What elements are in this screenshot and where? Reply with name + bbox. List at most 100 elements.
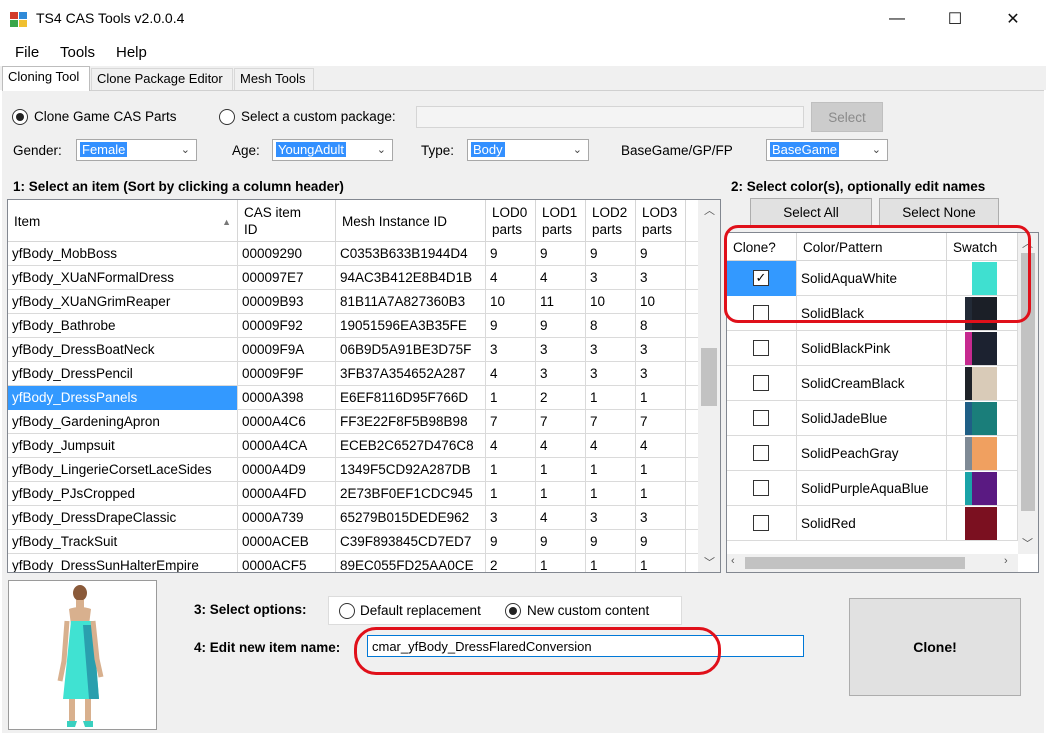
table-cell: 89EC055FD25AA0CE [336, 554, 486, 572]
age-select[interactable]: YoungAdult ⌄ [272, 139, 393, 161]
new-custom-radio[interactable] [505, 603, 521, 619]
col-pattern-header[interactable]: Color/Pattern [797, 233, 947, 260]
color-pattern-name[interactable]: SolidBlack [797, 296, 947, 331]
table-cell: 94AC3B412E8B4D1B [336, 266, 486, 290]
table-row[interactable]: yfBody_GardeningApron 0000A4C6 FF3E22F8F5B… [8, 410, 698, 434]
scroll-right-icon[interactable]: › [1004, 555, 1008, 567]
select-none-button[interactable]: Select None [879, 198, 999, 227]
color-row[interactable]: SolidBlack [727, 296, 1018, 331]
table-row[interactable]: yfBody_DressPanels 0000A398 E6EF8116D95F76… [8, 386, 698, 410]
table-cell: 1 [536, 554, 586, 572]
menu-tools[interactable]: Tools [60, 44, 95, 61]
table-row[interactable]: yfBody_Jumpsuit 0000A4CA ECEB2C6527D476C8 4… [8, 434, 698, 458]
color-pattern-name[interactable]: SolidPeachGray [797, 436, 947, 471]
table-row[interactable]: yfBody_LingerieCorsetLaceSides 0000A4D9 13… [8, 458, 698, 482]
colors-vscroll[interactable]: ︿ ﹀ [1018, 233, 1038, 554]
clone-checkbox[interactable] [753, 480, 769, 496]
colors-scroll-thumb[interactable] [1021, 253, 1035, 511]
clone-button[interactable]: Clone! [849, 598, 1021, 696]
color-swatch [965, 507, 997, 540]
color-pattern-name[interactable]: SolidAquaWhite [797, 261, 947, 296]
select-package-button[interactable]: Select [811, 102, 883, 132]
clone-checkbox[interactable] [753, 445, 769, 461]
col-item-header[interactable]: Item ▲ [8, 200, 238, 241]
close-button[interactable]: ✕ [990, 0, 1036, 38]
new-custom-label: New custom content [527, 603, 650, 618]
table-cell: 3 [636, 338, 686, 362]
col-mesh-header[interactable]: Mesh Instance ID [336, 200, 486, 241]
table-cell: 3 [586, 266, 636, 290]
scroll-up-icon[interactable]: ︿ [1022, 235, 1033, 251]
table-row[interactable]: yfBody_DressPencil 00009F9F 3FB37A354652A2… [8, 362, 698, 386]
menu-help[interactable]: Help [116, 44, 147, 61]
color-row[interactable]: SolidPeachGray [727, 436, 1018, 471]
color-swatch [965, 402, 997, 435]
select-all-button[interactable]: Select All [750, 198, 872, 227]
scroll-up-icon[interactable]: ︿ [704, 202, 715, 218]
minimize-button[interactable]: — [874, 0, 920, 38]
table-cell: 9 [586, 530, 636, 554]
table-row[interactable]: yfBody_DressBoatNeck 00009F9A 06B9D5A91BE3… [8, 338, 698, 362]
table-cell: 3 [636, 266, 686, 290]
table-cell: 1 [586, 482, 636, 506]
clone-cell [727, 366, 797, 401]
col-lod1-header[interactable]: LOD1 parts [536, 200, 586, 241]
col-lod0-header[interactable]: LOD0 parts [486, 200, 536, 241]
clone-checkbox[interactable] [753, 375, 769, 391]
pack-select[interactable]: BaseGame ⌄ [766, 139, 888, 161]
color-pattern-name[interactable]: SolidBlackPink [797, 331, 947, 366]
color-pattern-name[interactable]: SolidPurpleAquaBlue [797, 471, 947, 506]
table-row[interactable]: yfBody_TrackSuit 0000ACEB C39F893845CD7ED7… [8, 530, 698, 554]
color-row[interactable]: SolidRed [727, 506, 1018, 541]
tab-clone-package-editor[interactable]: Clone Package Editor [91, 68, 233, 90]
table-cell: 2E73BF0EF1CDC945 [336, 482, 486, 506]
table-row[interactable]: yfBody_MobBoss 00009290 C0353B633B1944D4 9 9… [8, 242, 698, 266]
color-pattern-name[interactable]: SolidCreamBlack [797, 366, 947, 401]
clone-checkbox[interactable] [753, 340, 769, 356]
items-scrollbar[interactable]: ︿ ﹀ [698, 200, 720, 572]
table-cell: 8 [586, 314, 636, 338]
colors-hscroll-thumb[interactable] [745, 557, 965, 569]
clone-checkbox[interactable]: ✓ [753, 270, 769, 286]
clone-game-radio[interactable] [12, 109, 28, 125]
color-pattern-name[interactable]: SolidRed [797, 506, 947, 541]
col-cas-id-header[interactable]: CAS item ID [238, 200, 336, 241]
color-row[interactable]: SolidPurpleAquaBlue [727, 471, 1018, 506]
clone-checkbox[interactable] [753, 305, 769, 321]
clone-checkbox[interactable] [753, 410, 769, 426]
colors-hscroll[interactable]: ‹ › [727, 554, 1018, 572]
col-swatch-header[interactable]: Swatch [947, 233, 1018, 260]
package-path-field[interactable] [416, 106, 804, 128]
clone-cell: ✓ [727, 261, 797, 296]
col-lod2-header[interactable]: LOD2 parts [586, 200, 636, 241]
table-row[interactable]: yfBody_XUaNGrimReaper 00009B93 81B11A7A827… [8, 290, 698, 314]
scroll-left-icon[interactable]: ‹ [731, 555, 735, 567]
table-row[interactable]: yfBody_DressSunHalterEmpire 0000ACF5 89EC0… [8, 554, 698, 572]
items-scroll-thumb[interactable] [701, 348, 717, 406]
clone-checkbox[interactable] [753, 515, 769, 531]
color-pattern-name[interactable]: SolidJadeBlue [797, 401, 947, 436]
tab-cloning-tool[interactable]: Cloning Tool [2, 66, 90, 91]
color-row[interactable]: ✓ SolidAquaWhite [727, 261, 1018, 296]
type-select[interactable]: Body ⌄ [467, 139, 589, 161]
color-row[interactable]: SolidJadeBlue [727, 401, 1018, 436]
gender-select[interactable]: Female ⌄ [76, 139, 197, 161]
table-row[interactable]: yfBody_Bathrobe 00009F92 19051596EA3B35FE 9… [8, 314, 698, 338]
table-row[interactable]: yfBody_PJsCropped 0000A4FD 2E73BF0EF1CDC94… [8, 482, 698, 506]
scroll-down-icon[interactable]: ﹀ [1022, 535, 1033, 551]
default-replacement-radio[interactable] [339, 603, 355, 619]
col-lod3-header[interactable]: LOD3 parts [636, 200, 686, 241]
color-row[interactable]: SolidBlackPink [727, 331, 1018, 366]
menu-file[interactable]: File [15, 44, 39, 61]
chevron-down-icon: ⌄ [180, 144, 190, 156]
custom-package-radio[interactable] [219, 109, 235, 125]
scroll-down-icon[interactable]: ﹀ [704, 554, 715, 570]
new-item-name-input[interactable]: cmar_yfBody_DressFlaredConversion [367, 635, 804, 657]
col-pattern-label: Color/Pattern [803, 240, 883, 255]
maximize-button[interactable]: ☐ [932, 0, 978, 38]
col-clone-header[interactable]: Clone? [727, 233, 797, 260]
table-row[interactable]: yfBody_DressDrapeClassic 0000A739 65279B01… [8, 506, 698, 530]
color-row[interactable]: SolidCreamBlack [727, 366, 1018, 401]
table-row[interactable]: yfBody_XUaNFormalDress 000097E7 94AC3B412E… [8, 266, 698, 290]
tab-mesh-tools[interactable]: Mesh Tools [234, 68, 314, 90]
